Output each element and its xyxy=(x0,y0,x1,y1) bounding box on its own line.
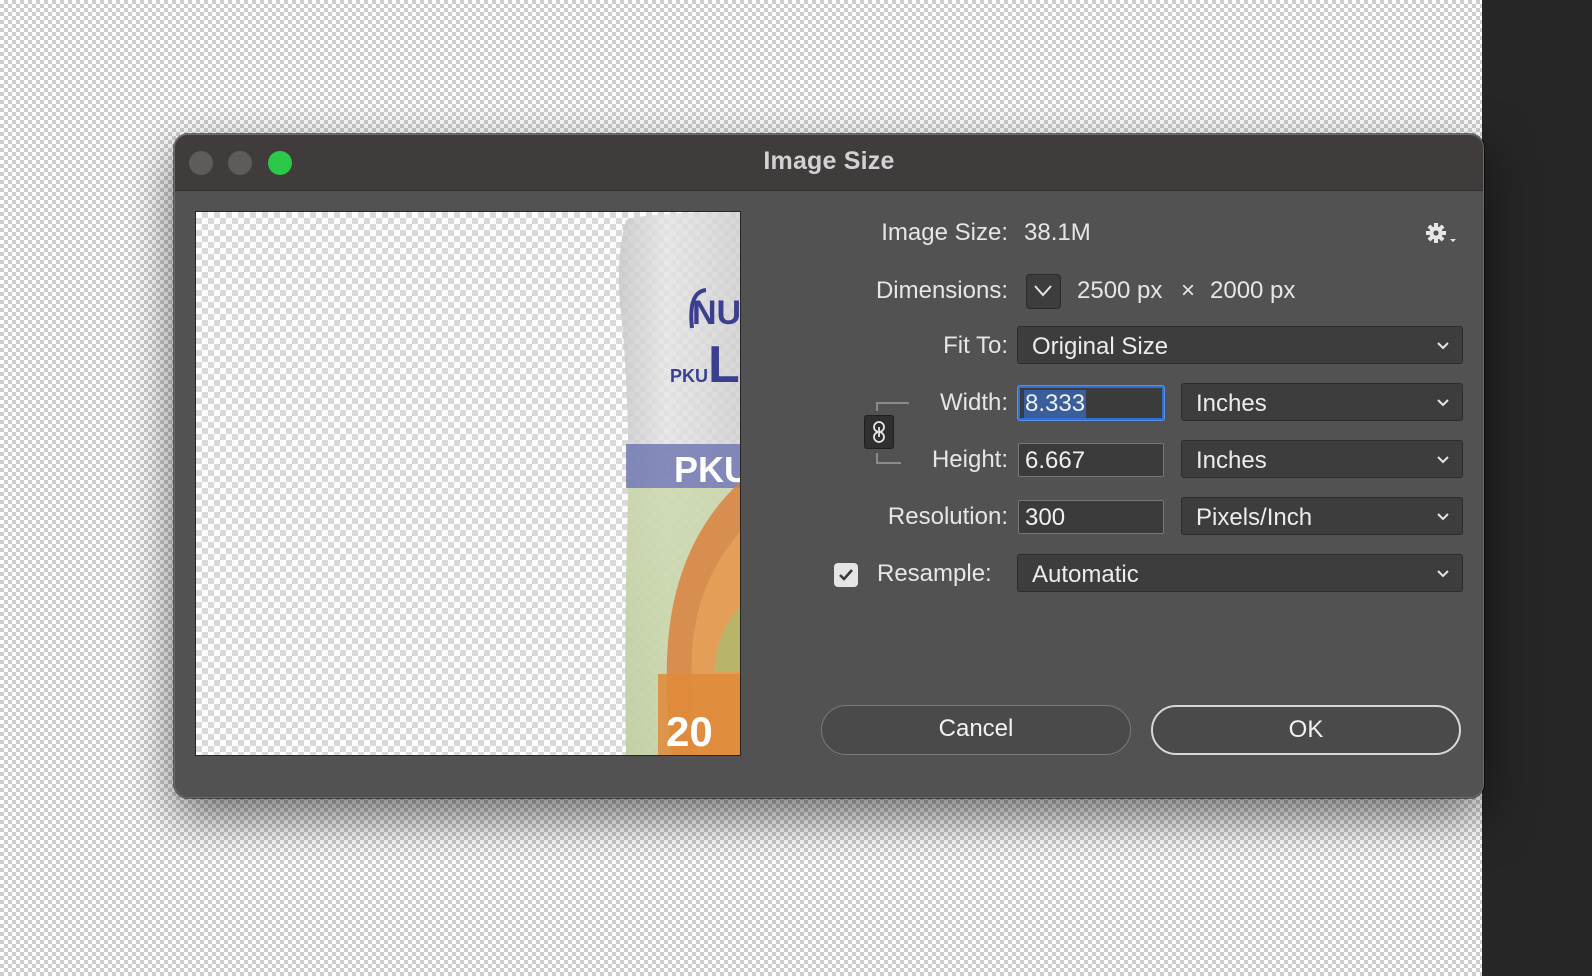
width-value: 8.333 xyxy=(1024,390,1087,418)
product-big-letter: L xyxy=(708,336,740,394)
dialog-title: Image Size xyxy=(763,147,895,175)
dimensions-times: × xyxy=(1181,277,1196,304)
chevron-down-icon xyxy=(1437,570,1449,578)
image-size-label: Image Size: xyxy=(881,219,1008,246)
resolution-unit-value: Pixels/Inch xyxy=(1196,504,1313,531)
resolution-input[interactable]: 300 xyxy=(1018,500,1164,534)
title-bar: Image Size xyxy=(175,135,1483,191)
chevron-down-icon xyxy=(1437,513,1449,521)
resolution-unit-select[interactable]: Pixels/Inch xyxy=(1181,497,1463,535)
chevron-down-icon xyxy=(1437,399,1449,407)
right-dark-panel xyxy=(1482,0,1592,976)
resolution-value: 300 xyxy=(1025,504,1066,531)
chevron-down-icon xyxy=(1437,456,1449,464)
height-value: 6.667 xyxy=(1025,447,1086,474)
product-pku-small-text: PKU xyxy=(670,366,708,386)
link-icon xyxy=(873,421,885,443)
dimensions-width-value: 2500 px xyxy=(1077,277,1163,304)
product-band-text: PKU xyxy=(674,449,740,490)
chevron-down-icon xyxy=(1437,342,1449,350)
height-unit-select[interactable]: Inches xyxy=(1181,440,1463,478)
product-image: NU PKU L PKU 20 xyxy=(618,212,740,755)
fit-to-value: Original Size xyxy=(1032,333,1169,360)
chevron-down-icon xyxy=(1034,285,1052,297)
image-size-dialog: Image Size NU PKU L PK 20 Image Size: 38… xyxy=(174,134,1484,798)
ok-button[interactable]: OK xyxy=(1151,705,1461,755)
resolution-label: Resolution: xyxy=(887,503,1008,530)
fit-to-select[interactable]: Original Size xyxy=(1017,326,1463,364)
dimensions-units-toggle[interactable] xyxy=(1026,274,1061,309)
product-brand-text: NU xyxy=(692,294,740,332)
resample-checkbox[interactable] xyxy=(834,563,858,587)
height-input[interactable]: 6.667 xyxy=(1018,443,1164,477)
dimensions-height-value: 2000 px xyxy=(1210,277,1296,304)
width-unit-value: Inches xyxy=(1196,390,1267,417)
cancel-button[interactable]: Cancel xyxy=(821,705,1131,755)
dimensions-label: Dimensions: xyxy=(875,277,1008,304)
product-number: 20 xyxy=(666,708,713,755)
gear-icon[interactable] xyxy=(1425,221,1461,247)
checkmark-icon xyxy=(839,569,853,581)
image-preview[interactable]: NU PKU L PKU 20 xyxy=(195,211,741,756)
height-unit-value: Inches xyxy=(1196,447,1267,474)
width-unit-select[interactable]: Inches xyxy=(1181,383,1463,421)
height-label: Height: xyxy=(931,446,1008,473)
width-label: Width: xyxy=(939,389,1008,416)
resample-method-select[interactable]: Automatic xyxy=(1017,554,1463,592)
fit-to-label: Fit To: xyxy=(943,332,1008,359)
resample-label: Resample: xyxy=(877,560,992,587)
resample-method-value: Automatic xyxy=(1032,561,1139,588)
width-input[interactable]: 8.333 xyxy=(1018,386,1164,420)
constrain-proportions-button[interactable] xyxy=(864,415,894,449)
image-size-value: 38.1M xyxy=(1024,219,1091,246)
